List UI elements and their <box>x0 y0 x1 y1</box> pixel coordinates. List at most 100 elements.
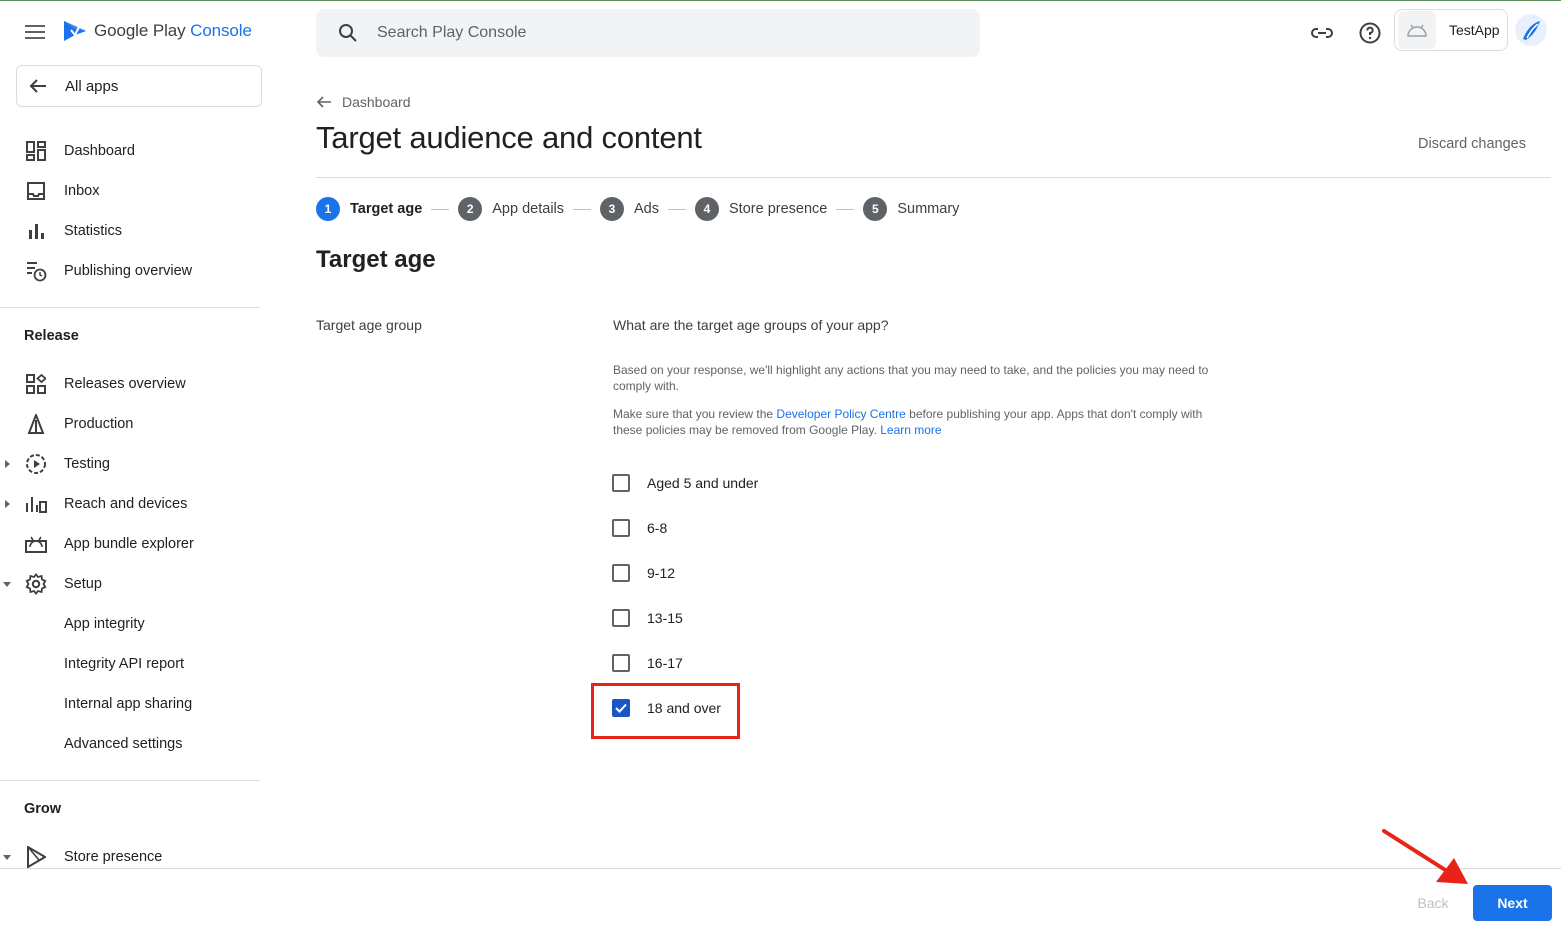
sidebar-item-label: App bundle explorer <box>64 536 194 552</box>
step-number: 1 <box>316 197 340 221</box>
step-label: Target age <box>350 201 423 217</box>
scrollbar[interactable] <box>1551 70 1561 868</box>
age-option-16-17[interactable]: 16-17 <box>612 652 683 674</box>
age-option-5-under[interactable]: Aged 5 and under <box>612 472 758 494</box>
question-text: What are the target age groups of your a… <box>613 317 889 333</box>
sidebar-item-app-integrity[interactable]: App integrity <box>0 606 260 642</box>
arrow-back-icon <box>29 79 46 93</box>
option-label: 9-12 <box>647 565 676 581</box>
account-avatar[interactable] <box>1515 14 1547 46</box>
learn-more-link[interactable]: Learn more <box>880 423 941 437</box>
logo-text: Google Play Console <box>94 21 252 40</box>
sidebar-item-label: Statistics <box>64 223 123 239</box>
back-to-dashboard-link[interactable]: Dashboard <box>316 94 411 110</box>
caret-right-icon[interactable] <box>4 500 12 508</box>
option-label: 6-8 <box>647 520 668 536</box>
step-number: 5 <box>863 197 888 221</box>
sidebar-item-store-presence[interactable]: Store presence <box>0 839 260 875</box>
sidebar-item-label: Publishing overview <box>64 263 193 279</box>
checkbox[interactable] <box>612 654 630 672</box>
caret-down-icon[interactable] <box>3 853 11 861</box>
annotation-arrow-icon <box>1382 829 1468 884</box>
sidebar-item-advanced-settings[interactable]: Advanced settings <box>0 726 260 762</box>
checkbox[interactable] <box>612 519 630 537</box>
sidebar-item-label: Production <box>64 416 134 432</box>
discard-changes-button[interactable]: Discard changes <box>1410 134 1534 154</box>
sidebar-section-grow: Grow <box>24 801 62 817</box>
sidebar-item-label: Setup <box>64 576 102 592</box>
sidebar-item-app-bundle-explorer[interactable]: App bundle explorer <box>0 526 260 562</box>
step-number: 2 <box>458 197 483 221</box>
back-link-label: Dashboard <box>342 94 411 110</box>
sidebar-item-reach-devices[interactable]: Reach and devices <box>0 486 260 522</box>
sidebar-item-publishing-overview[interactable]: Publishing overview <box>0 253 260 289</box>
sidebar-item-label: Testing <box>64 456 110 472</box>
releases-overview-icon <box>24 372 48 396</box>
sidebar-item-label: Internal app sharing <box>64 696 193 712</box>
dashboard-icon <box>24 139 48 163</box>
option-label: 13-15 <box>647 610 683 626</box>
search-icon <box>339 24 357 42</box>
app-name: TestApp <box>1449 22 1500 38</box>
avatar-icon <box>1523 21 1540 40</box>
step-connector <box>573 208 592 210</box>
stepper: 1 Target age 2 App details 3 Ads 4 Store… <box>316 196 959 222</box>
age-option-13-15[interactable]: 13-15 <box>612 607 683 629</box>
checkbox[interactable] <box>612 564 630 582</box>
production-icon <box>24 412 48 436</box>
step-store-presence[interactable]: 4 Store presence <box>695 197 827 221</box>
sidebar-item-label: Inbox <box>64 183 100 199</box>
search-bar[interactable] <box>316 9 980 57</box>
back-button[interactable]: Back <box>1404 885 1462 921</box>
step-number: 4 <box>695 197 720 221</box>
menu-icon[interactable] <box>24 22 46 44</box>
sidebar-item-production[interactable]: Production <box>0 406 260 442</box>
sidebar-item-testing[interactable]: Testing <box>0 446 260 482</box>
caret-right-icon[interactable] <box>4 460 12 468</box>
option-label: 16-17 <box>647 655 683 671</box>
sidebar-divider <box>0 307 260 308</box>
sidebar-item-inbox[interactable]: Inbox <box>0 173 260 209</box>
step-summary[interactable]: 5 Summary <box>863 197 959 221</box>
sidebar-item-dashboard[interactable]: Dashboard <box>0 133 260 169</box>
sidebar-item-integrity-api-report[interactable]: Integrity API report <box>0 646 260 682</box>
policy-help-text: Make sure that you review the Developer … <box>613 407 1203 437</box>
caret-down-icon[interactable] <box>3 580 11 588</box>
footer-divider <box>0 868 1561 869</box>
step-connector <box>668 208 687 210</box>
sidebar-item-label: App integrity <box>64 616 145 632</box>
all-apps-button[interactable]: All apps <box>16 65 262 107</box>
step-label: App details <box>492 201 565 217</box>
link-icon[interactable] <box>1310 21 1334 45</box>
app-bundle-icon <box>24 532 48 556</box>
help-icon[interactable] <box>1358 21 1382 45</box>
step-app-details[interactable]: 2 App details <box>458 197 564 221</box>
step-label: Ads <box>634 201 660 217</box>
sidebar-item-internal-app-sharing[interactable]: Internal app sharing <box>0 686 260 722</box>
inbox-icon <box>24 179 48 203</box>
step-target-age[interactable]: 1 Target age <box>316 197 422 221</box>
checkbox[interactable] <box>612 474 630 492</box>
age-option-6-8[interactable]: 6-8 <box>612 517 667 539</box>
age-option-9-12[interactable]: 9-12 <box>612 562 675 584</box>
sidebar-item-label: Integrity API report <box>64 656 185 672</box>
play-console-logo[interactable]: Google Play Console <box>62 18 252 44</box>
next-button[interactable]: Next <box>1473 885 1552 921</box>
search-input[interactable] <box>377 24 937 42</box>
android-app-icon <box>1398 11 1436 49</box>
store-presence-icon <box>24 845 48 869</box>
sidebar-item-label: Releases overview <box>64 376 186 392</box>
reach-devices-icon <box>24 492 48 516</box>
sidebar-item-releases-overview[interactable]: Releases overview <box>0 366 260 402</box>
step-connector <box>836 208 855 210</box>
checkbox[interactable] <box>612 609 630 627</box>
developer-policy-centre-link[interactable]: Developer Policy Centre <box>776 407 905 421</box>
page-title: Target audience and content <box>316 120 702 155</box>
sidebar-item-statistics[interactable]: Statistics <box>0 213 260 249</box>
step-ads[interactable]: 3 Ads <box>600 197 659 221</box>
sidebar-item-label: Store presence <box>64 849 163 865</box>
app-selector[interactable]: TestApp <box>1394 9 1508 51</box>
sidebar-item-setup[interactable]: Setup <box>0 566 260 602</box>
play-console-logo-icon <box>64 21 86 41</box>
annotation-highlight-box <box>591 683 740 739</box>
